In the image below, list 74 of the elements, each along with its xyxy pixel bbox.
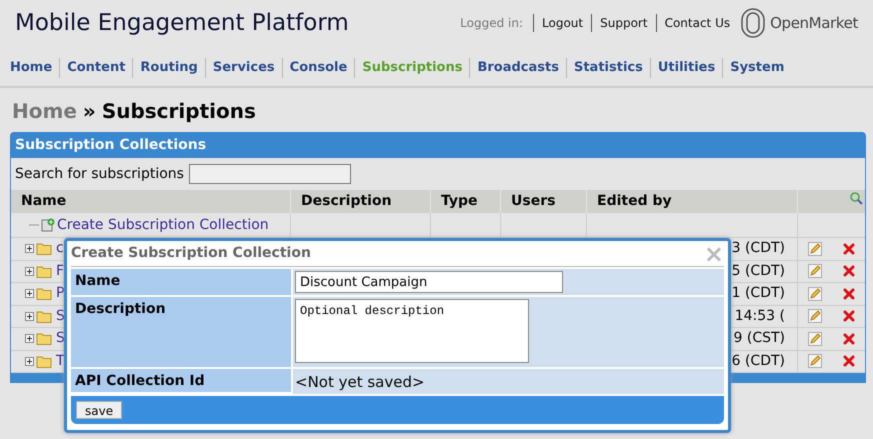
pencil-icon[interactable]: [808, 354, 822, 368]
breadcrumb-link[interactable]: Home: [12, 96, 77, 132]
nav-tab[interactable]: System: [722, 58, 792, 78]
table-cell-text: 5 (CDT): [732, 262, 785, 281]
nav-tab[interactable]: Statistics: [566, 58, 650, 78]
column-header: Edited by: [597, 192, 672, 211]
nav-tab[interactable]: Content: [59, 58, 132, 78]
nav-tab[interactable]: Utilities: [650, 58, 722, 78]
page-title: Subscriptions: [102, 98, 256, 125]
header-link[interactable]: Contact Us: [656, 14, 738, 32]
tree-line: [29, 224, 39, 226]
column-header: Description: [301, 192, 392, 211]
field-label: Name: [75, 272, 120, 291]
field-label: Description: [75, 300, 166, 319]
pencil-icon[interactable]: [808, 264, 822, 278]
dialog-title: Create Subscription Collection: [71, 244, 311, 263]
collection-link[interactable]: T: [56, 350, 65, 372]
nav-tab[interactable]: Services: [204, 58, 282, 78]
nav-tab[interactable]: Broadcasts: [469, 58, 566, 78]
search-icon[interactable]: [849, 191, 863, 205]
delete-icon[interactable]: [842, 288, 855, 300]
app-title: Mobile Engagement Platform: [15, 9, 349, 38]
column-header: Name: [21, 192, 66, 211]
table-cell-text: 9 (CST): [734, 329, 785, 348]
nav-tab[interactable]: Routing: [132, 58, 205, 78]
name-input[interactable]: Discount Campaign: [295, 271, 563, 293]
table-cell-text: 3 (CDT): [732, 239, 785, 258]
expand-icon[interactable]: [25, 312, 34, 321]
header-link[interactable]: Support: [591, 14, 656, 32]
folder-icon: [36, 242, 52, 256]
create-link[interactable]: Create Subscription Collection: [57, 214, 269, 236]
table-cell-text: 1 (CDT): [732, 284, 785, 304]
table-cell-text: 6 (CDT): [732, 352, 785, 371]
nav-tab[interactable]: Console: [282, 58, 354, 78]
collection-link[interactable]: P: [56, 283, 64, 304]
field-value: <Not yet saved>: [295, 372, 425, 393]
expand-icon[interactable]: [25, 289, 34, 298]
folder-icon: [36, 354, 52, 368]
search-label: Search for subscriptions: [15, 164, 184, 184]
pencil-icon[interactable]: [808, 242, 822, 256]
delete-icon[interactable]: [842, 242, 855, 255]
folder-icon: [36, 264, 52, 278]
logo: OpenMarket: [740, 7, 858, 39]
column-header: Users: [511, 192, 556, 211]
folder-icon: [36, 310, 52, 323]
table-cell-text: 14:53 (: [734, 306, 785, 326]
delete-icon[interactable]: [842, 332, 855, 345]
collection-link[interactable]: S: [56, 328, 65, 350]
collection-link[interactable]: F: [56, 260, 64, 282]
save-button[interactable]: save: [76, 400, 122, 418]
expand-icon[interactable]: [25, 356, 34, 366]
pencil-icon[interactable]: [808, 286, 822, 301]
delete-icon[interactable]: [842, 310, 855, 322]
panel-title: Subscription Collections: [15, 136, 206, 155]
field-label: API Collection Id: [75, 372, 205, 391]
folder-icon: [36, 332, 52, 346]
description-textarea[interactable]: Optional description: [295, 299, 529, 363]
delete-icon[interactable]: [842, 355, 855, 368]
pencil-icon[interactable]: [808, 309, 822, 324]
expand-icon[interactable]: [25, 334, 34, 344]
collection-link[interactable]: c: [56, 238, 64, 260]
header-link[interactable]: Logout: [533, 14, 592, 32]
add-document-icon[interactable]: [41, 218, 55, 232]
pencil-icon[interactable]: [808, 332, 822, 346]
search-field[interactable]: [188, 164, 351, 184]
folder-icon: [36, 287, 52, 300]
logged-in-label: Logged in:: [460, 15, 524, 32]
column-header: Type: [441, 192, 478, 211]
expand-icon[interactable]: [25, 244, 34, 254]
breadcrumb-separator: »: [82, 98, 96, 125]
expand-icon[interactable]: [25, 266, 34, 276]
collection-link[interactable]: S: [56, 306, 65, 327]
delete-icon[interactable]: [842, 265, 855, 278]
nav-tab[interactable]: Home: [3, 58, 60, 78]
